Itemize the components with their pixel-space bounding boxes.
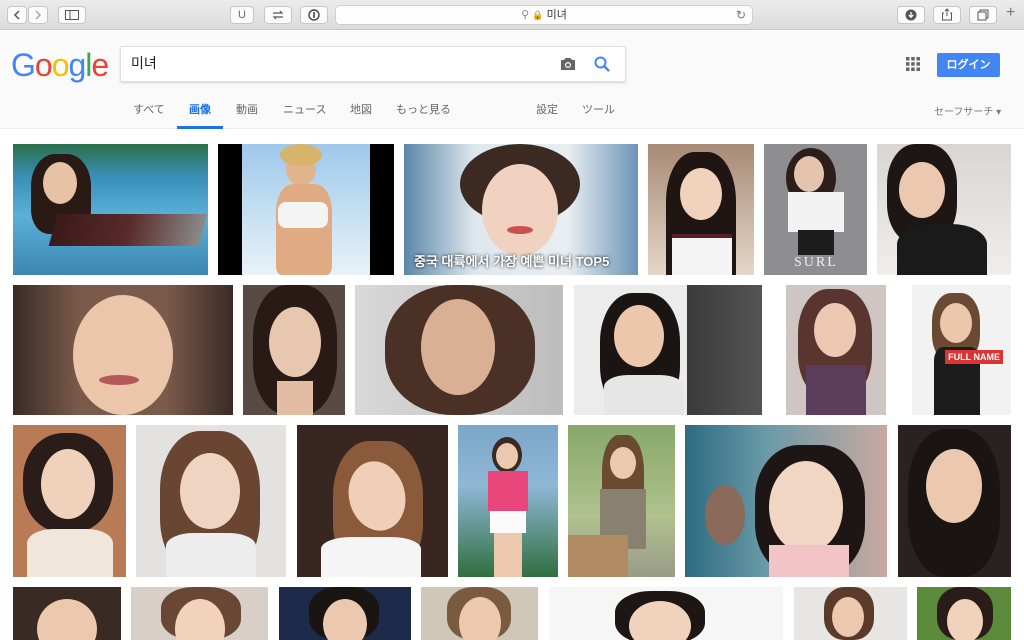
forward-button[interactable] <box>28 6 48 24</box>
share-icon <box>942 8 952 21</box>
logo-letter: G <box>11 47 36 83</box>
image-result[interactable]: SURL <box>764 144 867 275</box>
logo-letter: o <box>34 47 53 83</box>
image-result[interactable] <box>786 285 886 415</box>
image-result[interactable] <box>917 587 1011 640</box>
image-result[interactable] <box>877 144 1011 275</box>
search-header: Google ログイン すべて 画像 動画 ニュース 地図 もっと見る 設定 ツ… <box>0 31 1024 129</box>
search-icon[interactable] <box>593 55 611 73</box>
camera-icon[interactable] <box>559 55 577 73</box>
watermark: SURL <box>794 255 838 270</box>
tabs-icon <box>977 9 989 21</box>
search-input[interactable] <box>131 55 551 71</box>
image-result[interactable] <box>136 425 286 577</box>
search-box <box>120 46 626 82</box>
tab-videos[interactable]: 動画 <box>236 103 258 129</box>
image-result[interactable] <box>794 587 907 640</box>
image-result[interactable] <box>243 285 345 415</box>
image-result[interactable]: 중국 대륙에서 가장 예쁜 미녀 TOP5 <box>404 144 638 275</box>
image-result[interactable] <box>568 425 675 577</box>
image-result[interactable] <box>218 144 394 275</box>
new-tab-icon[interactable]: + <box>1006 4 1015 22</box>
address-text: 미녀 <box>546 9 567 21</box>
image-result[interactable] <box>574 285 762 415</box>
image-result[interactable]: FULL NAME <box>912 285 1011 415</box>
image-result[interactable] <box>421 587 538 640</box>
reload-icon[interactable]: ↻ <box>736 6 746 24</box>
logo-letter: g <box>68 47 86 83</box>
search-icon: ⚲ <box>521 9 530 21</box>
reader-label: U <box>238 9 246 21</box>
share-button[interactable] <box>933 6 961 24</box>
image-result[interactable] <box>355 285 563 415</box>
swap-icon <box>272 10 284 20</box>
image-result[interactable] <box>131 587 268 640</box>
translate-button[interactable] <box>264 6 292 24</box>
tab-all[interactable]: すべて <box>133 103 165 129</box>
chevron-right-icon <box>35 10 42 20</box>
tabs-button[interactable] <box>969 6 997 24</box>
download-icon <box>905 9 917 21</box>
sign-text: FULL NAME <box>945 350 1003 364</box>
tab-settings[interactable]: 設定 <box>536 103 558 129</box>
image-result[interactable] <box>13 587 121 640</box>
info-icon <box>308 9 320 21</box>
sidebar-button[interactable] <box>58 6 86 24</box>
tab-news[interactable]: ニュース <box>283 103 326 129</box>
image-result[interactable] <box>549 587 783 640</box>
image-result[interactable] <box>685 425 887 577</box>
apps-grid-icon[interactable] <box>906 57 920 71</box>
image-result[interactable] <box>13 285 233 415</box>
reader-button[interactable]: U <box>230 6 254 24</box>
google-logo[interactable]: Google <box>11 47 109 84</box>
logo-letter: e <box>91 47 109 83</box>
tab-maps[interactable]: 地図 <box>350 103 372 129</box>
image-result[interactable] <box>898 425 1011 577</box>
tab-more[interactable]: もっと見る <box>396 103 451 129</box>
tab-images[interactable]: 画像 <box>177 103 223 129</box>
tab-tools[interactable]: ツール <box>582 103 615 129</box>
image-result[interactable] <box>13 425 126 577</box>
info-button[interactable] <box>300 6 328 24</box>
image-result[interactable] <box>13 144 208 275</box>
browser-toolbar: U ⚲ 🔒 미녀 ↻ + <box>0 0 1024 30</box>
downloads-button[interactable] <box>897 6 925 24</box>
image-results-grid: 중국 대륙에서 가장 예쁜 미녀 TOP5 SURL FULL NAME <box>0 130 1024 640</box>
image-result[interactable] <box>279 587 411 640</box>
chevron-left-icon <box>13 10 20 20</box>
image-caption: 중국 대륙에서 가장 예쁜 미녀 TOP5 <box>414 254 610 269</box>
login-button[interactable]: ログイン <box>937 53 1000 77</box>
logo-letter: o <box>51 47 70 83</box>
sidebar-icon <box>65 10 79 20</box>
safe-search-dropdown[interactable]: セーフサーチ ▾ <box>934 103 1001 118</box>
address-bar[interactable]: ⚲ 🔒 미녀 ↻ <box>335 5 753 25</box>
image-result[interactable] <box>458 425 558 577</box>
image-result[interactable] <box>297 425 448 577</box>
back-button[interactable] <box>7 6 27 24</box>
search-tabs: すべて 画像 動画 ニュース 地図 もっと見る 設定 ツール <box>0 103 1024 129</box>
lock-icon: 🔒 <box>532 10 544 20</box>
image-result[interactable] <box>648 144 754 275</box>
